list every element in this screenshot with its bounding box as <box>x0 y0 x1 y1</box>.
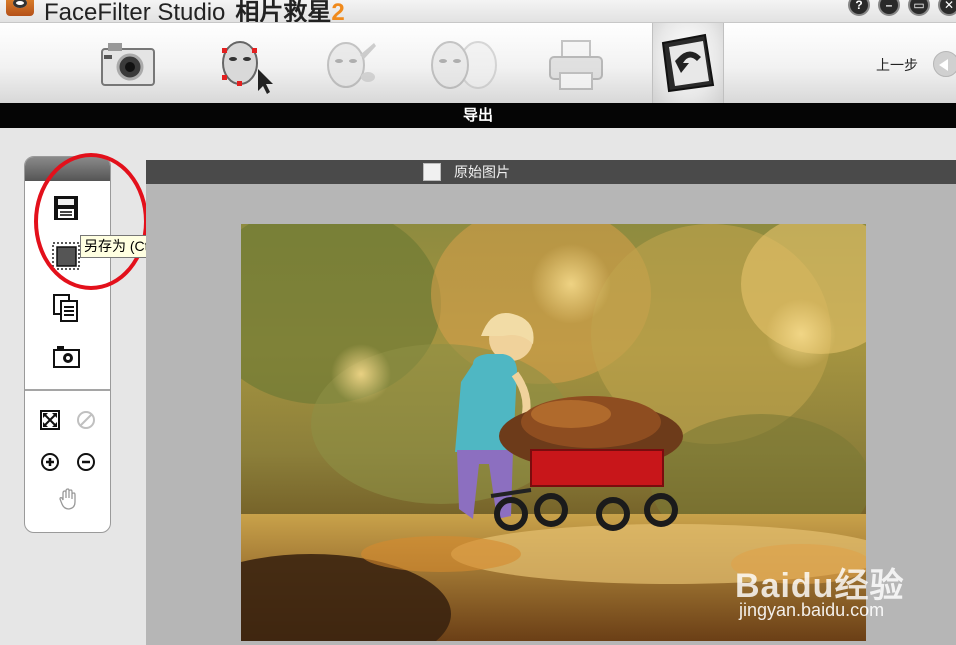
preview-header: 原始图片 <box>146 160 956 184</box>
hand-icon <box>59 488 76 510</box>
back-arrow-icon[interactable] <box>933 51 956 77</box>
camera-tool-button[interactable] <box>96 35 160 95</box>
app-title: FaceFilter Studio 相片救星2 <box>44 0 345 22</box>
app-title-zh: 相片救星 <box>235 0 332 22</box>
face-edit-tool-button[interactable] <box>318 35 382 95</box>
annotation-circle <box>34 153 148 290</box>
workflow-toolbar: 上一步 <box>0 22 956 104</box>
app-title-en: FaceFilter Studio <box>44 0 226 22</box>
snapshot-button[interactable] <box>51 341 81 371</box>
camera-icon <box>53 346 80 368</box>
title-bar: FaceFilter Studio 相片救星2 ? – ▭ ✕ <box>0 0 956 22</box>
face-morph-tool-button[interactable] <box>420 35 497 95</box>
zoom-out-icon <box>77 453 95 471</box>
export-tool-button[interactable] <box>652 23 724 104</box>
panel-divider <box>25 389 110 391</box>
printer-icon <box>549 40 603 90</box>
zoom-in-button[interactable] <box>39 451 61 473</box>
fit-icon <box>40 410 60 430</box>
section-title: 导出 <box>0 103 956 128</box>
face-select-icon <box>222 41 273 94</box>
copy-icon <box>53 294 78 322</box>
close-button[interactable]: ✕ <box>938 0 956 16</box>
app-logo-icon <box>6 0 34 16</box>
help-button[interactable]: ? <box>848 0 870 16</box>
export-icon <box>661 33 715 93</box>
fit-to-window-button[interactable] <box>39 409 61 431</box>
app-window: FaceFilter Studio 相片救星2 ? – ▭ ✕ 上一步 导出 另… <box>0 0 956 645</box>
face-brush-icon <box>327 42 376 88</box>
app-version: 2 <box>331 0 345 22</box>
face-morph-icon <box>431 41 497 89</box>
face-detect-tool-button[interactable] <box>212 35 276 95</box>
cancel-button[interactable] <box>75 409 97 431</box>
back-step-label[interactable]: 上一步 <box>876 55 918 75</box>
original-image-checkbox[interactable] <box>423 163 441 181</box>
baidu-watermark: Baidu经验 jingyan.baidu.com <box>735 558 935 628</box>
print-tool-button[interactable] <box>544 35 608 95</box>
zoom-in-icon <box>41 453 59 471</box>
original-image-label[interactable]: 原始图片 <box>454 160 510 184</box>
cancel-icon <box>77 411 95 429</box>
zoom-out-button[interactable] <box>75 451 97 473</box>
camera-icon <box>101 43 155 86</box>
watermark-url: jingyan.baidu.com <box>739 600 885 620</box>
restore-button[interactable]: ▭ <box>908 0 930 16</box>
pan-button[interactable] <box>57 487 81 511</box>
copy-button[interactable] <box>51 293 81 323</box>
minimize-button[interactable]: – <box>878 0 900 16</box>
